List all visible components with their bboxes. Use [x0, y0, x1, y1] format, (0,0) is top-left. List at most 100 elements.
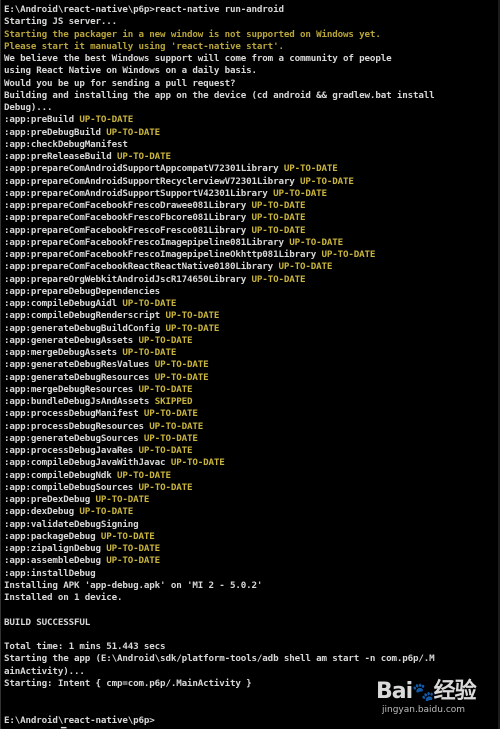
terminal-line-text: :app:bundleDebugJsAndAssets — [4, 396, 155, 407]
terminal-line: :app:prepareDebugDependencies — [4, 286, 497, 298]
task-status: UP-TO-DATE — [100, 530, 155, 542]
task-status: UP-TO-DATE — [117, 469, 171, 481]
task-status: UP-TO-DATE — [251, 224, 306, 236]
task-status: UP-TO-DATE — [79, 506, 134, 518]
terminal-line-text: :app:compileDebugRenderscript — [4, 310, 166, 322]
terminal-line-text: :app:generateDebugSources — [4, 432, 144, 444]
task-status: UP-TO-DATE — [95, 494, 150, 505]
terminal-line: :app:generateDebugResources UP-TO-DATE — [4, 372, 497, 384]
terminal-line-text: Total time: 1 mins 51.443 secs — [4, 641, 166, 652]
terminal-line: :app:generateDebugSources UP-TO-DATE — [4, 433, 497, 445]
terminal-line: :app:compileDebugSources UP-TO-DATE — [4, 482, 497, 494]
terminal-line-text: E:\Android\react-native\p6p>react-native… — [4, 4, 284, 15]
terminal-line-text: :app:prepareDebugDependencies — [4, 285, 161, 297]
terminal-line-text: Please start it manually using 'react-na… — [4, 40, 284, 52]
terminal-line: :app:prepareComFacebookReactReactNative0… — [4, 261, 497, 273]
terminal-line-text: :app:processDebugManifest — [4, 408, 144, 420]
terminal-line: :app:installDebug — [4, 568, 497, 580]
task-status: UP-TO-DATE — [122, 347, 177, 358]
terminal-line-text: Starting JS server... — [4, 16, 118, 28]
task-status: UP-TO-DATE — [143, 408, 198, 420]
watermark-url: jingyan.baidu.com — [382, 705, 466, 715]
terminal-line: Installing APK 'app-debug.apk' on 'MI 2 … — [4, 580, 497, 592]
task-status: UP-TO-DATE — [273, 187, 327, 199]
terminal-line: :app:zipalignDebug UP-TO-DATE — [4, 543, 497, 555]
task-status: UP-TO-DATE — [283, 163, 338, 175]
terminal-line-text: :app:processDebugResources — [4, 420, 150, 432]
terminal-line: :app:prepareOrgWebkitAndroidJscR174650Li… — [4, 274, 497, 286]
terminal-line: :app:prepareComAndroidSupportRecyclervie… — [4, 176, 497, 188]
terminal-line-text: :app:compileDebugNdk — [4, 469, 118, 481]
terminal-line-text: ainActivity)... — [4, 665, 85, 677]
terminal-line-text: Would you be up for sending a pull reque… — [4, 77, 236, 89]
terminal-line-text: :app:validateDebugSigning — [4, 518, 139, 530]
terminal-line: :app:generateDebugResValues UP-TO-DATE — [4, 359, 497, 371]
terminal-line-text: :app:prepareComFacebookFrescoImagepipeli… — [4, 249, 322, 260]
terminal-line: We believe the best Windows support will… — [4, 53, 497, 65]
terminal-line: :app:compileDebugNdk UP-TO-DATE — [4, 470, 497, 482]
terminal-line-text: :app:compileDebugJavaWithJavac — [4, 457, 171, 469]
terminal-line: Installed on 1 device. — [4, 592, 497, 604]
terminal-line: Starting the app (E:\Android\sdk/platfor… — [4, 653, 497, 665]
task-status: UP-TO-DATE — [106, 543, 161, 554]
terminal-line-text: :app:packageDebug — [4, 530, 101, 542]
task-status: UP-TO-DATE — [170, 457, 225, 469]
terminal-line-text: :app:prepareOrgWebkitAndroidJscR174650Li… — [4, 273, 252, 285]
terminal-line: :app:processDebugJavaRes UP-TO-DATE — [4, 445, 497, 457]
terminal-line-text: :app:prepareComAndroidSupportRecyclervie… — [4, 175, 300, 187]
task-status: UP-TO-DATE — [79, 114, 134, 126]
terminal-line: :app:preReleaseBuild UP-TO-DATE — [4, 151, 497, 163]
terminal-line: Starting JS server... — [4, 16, 497, 28]
paw-icon: 🐾 — [412, 682, 434, 703]
terminal-line: :app:generateDebugAssets UP-TO-DATE — [4, 335, 497, 347]
terminal-line-text: using React Native on Windows on a daily… — [4, 65, 257, 77]
task-status: UP-TO-DATE — [117, 151, 171, 162]
terminal-line-text: :app:generateDebugResValues — [4, 359, 155, 371]
terminal-line-text: :app:prepareComFacebookFrescoImagepipeli… — [4, 236, 290, 248]
terminal-line-text: :app:prepareComAndroidSupportAppcompatV7… — [4, 163, 284, 175]
terminal-line-text: :app:preDebugBuild — [4, 126, 107, 138]
terminal-line: :app:validateDebugSigning — [4, 519, 497, 531]
terminal-line: BUILD SUCCESSFUL — [4, 617, 497, 629]
terminal-line: :app:compileDebugAidl UP-TO-DATE — [4, 298, 497, 310]
baidu-logo-text: Bai — [376, 679, 413, 704]
terminal-line: :app:prepareComFacebookFrescoFresco081Li… — [4, 225, 497, 237]
terminal-line-text: :app:processDebugJavaRes — [4, 445, 139, 456]
task-status: UP-TO-DATE — [154, 359, 209, 371]
terminal-line: Building and installing the app on the d… — [4, 90, 497, 102]
terminal-line: Debug)... — [4, 102, 497, 114]
task-status: UP-TO-DATE — [251, 200, 306, 211]
terminal-line: :app:prepareComFacebookFrescoImagepipeli… — [4, 249, 497, 261]
terminal-line: :app:dexDebug UP-TO-DATE — [4, 506, 497, 518]
terminal-line: :app:prepareComAndroidSupportSupportV423… — [4, 188, 497, 200]
terminal-line-text: :app:installDebug — [4, 567, 96, 579]
terminal-line-text: :app:compileDebugAidl — [4, 298, 123, 309]
terminal-line-text: :app:checkDebugManifest — [4, 138, 128, 150]
terminal-line: :app:preDebugBuild UP-TO-DATE — [4, 127, 497, 139]
terminal-line-text: :app:prepareComFacebookFrescoFbcore081Li… — [4, 212, 252, 224]
terminal-line-text: Building and installing the app on the d… — [4, 89, 435, 101]
terminal-line: Would you be up for sending a pull reque… — [4, 78, 497, 90]
task-status: UP-TO-DATE — [165, 322, 220, 334]
task-status: UP-TO-DATE — [289, 236, 344, 248]
terminal-line: :app:checkDebugManifest — [4, 139, 497, 151]
terminal-line-text: :app:preReleaseBuild — [4, 151, 118, 162]
terminal-line-text: :app:assembleDebug — [4, 555, 107, 567]
terminal-line-text: BUILD SUCCESSFUL — [4, 616, 91, 628]
terminal-line: :app:prepareComFacebookFrescoImagepipeli… — [4, 237, 497, 249]
terminal-line: :app:assembleDebug UP-TO-DATE — [4, 555, 497, 567]
task-status: UP-TO-DATE — [299, 175, 354, 187]
terminal-line-text: :app:generateDebugAssets — [4, 334, 139, 346]
task-status: UP-TO-DATE — [251, 212, 306, 224]
terminal-line: :app:prepareComAndroidSupportAppcompatV7… — [4, 163, 497, 175]
terminal-line: Total time: 1 mins 51.443 secs — [4, 641, 497, 653]
terminal-line-text: We believe the best Windows support will… — [4, 53, 392, 64]
task-status: UP-TO-DATE — [138, 481, 193, 493]
terminal-line: :app:processDebugResources UP-TO-DATE — [4, 421, 497, 433]
terminal-line-text: Starting the app (E:\Android\sdk/platfor… — [4, 653, 435, 665]
terminal-line: :app:preDexDebug UP-TO-DATE — [4, 494, 497, 506]
terminal-line-text: :app:generateDebugResources — [4, 371, 155, 383]
terminal-window[interactable]: E:\Android\react-native\p6p>react-native… — [0, 0, 500, 729]
